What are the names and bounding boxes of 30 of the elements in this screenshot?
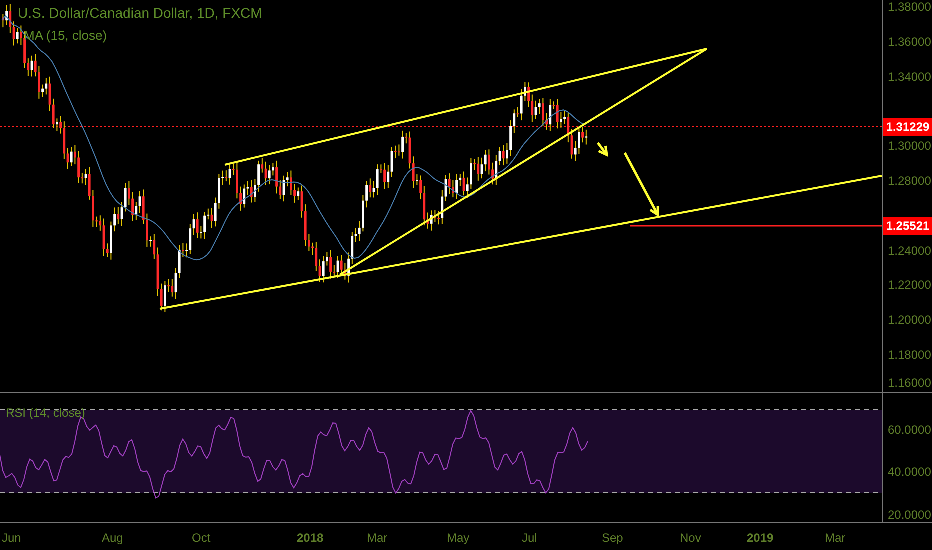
rsi-axis-label: 60.0000 [888, 424, 932, 436]
price-axis-label: 1.28000 [888, 175, 932, 187]
price-axis-label: 1.16000 [888, 377, 932, 389]
price-axis-label: 1.24000 [888, 244, 932, 257]
price-tag: 1.25521 [883, 217, 932, 235]
arrow-icon [624, 152, 660, 218]
time-axis-label: 2018 [297, 532, 324, 544]
price-axis-label: 1.18000 [888, 349, 932, 361]
time-axis-label: May [447, 532, 470, 544]
price-tag: 1.31229 [883, 118, 932, 136]
price-axis-label: 1.36000 [888, 36, 932, 48]
time-axis-label: 2019 [747, 532, 774, 544]
price-axis-label: 1.30000 [888, 140, 932, 152]
price-axis-label: 1.34000 [888, 70, 932, 83]
price-axis-label: 1.22000 [888, 279, 932, 292]
chart-title: U.S. Dollar/Canadian Dollar, 1D, FXCM [18, 4, 262, 23]
time-axis-label: Mar [825, 532, 846, 544]
time-axis-label: Nov [680, 532, 702, 544]
time-axis-label: Mar [367, 532, 388, 544]
price-axis-label: 1.20000 [888, 314, 932, 326]
arrow-icon [597, 142, 609, 158]
time-axis-label: Sep [602, 532, 624, 544]
time-axis-label: Aug [102, 532, 124, 544]
rsi-label: RSI (14, close) [6, 405, 86, 422]
time-axis-label: Jun [2, 532, 22, 544]
time-axis-label: Jul [522, 532, 538, 544]
time-axis-label: Oct [192, 532, 211, 544]
rsi-axis-label: 20.0000 [888, 509, 932, 521]
price-axis-label: 1.38000 [888, 1, 932, 13]
rsi-axis-label: 40.0000 [888, 466, 932, 478]
